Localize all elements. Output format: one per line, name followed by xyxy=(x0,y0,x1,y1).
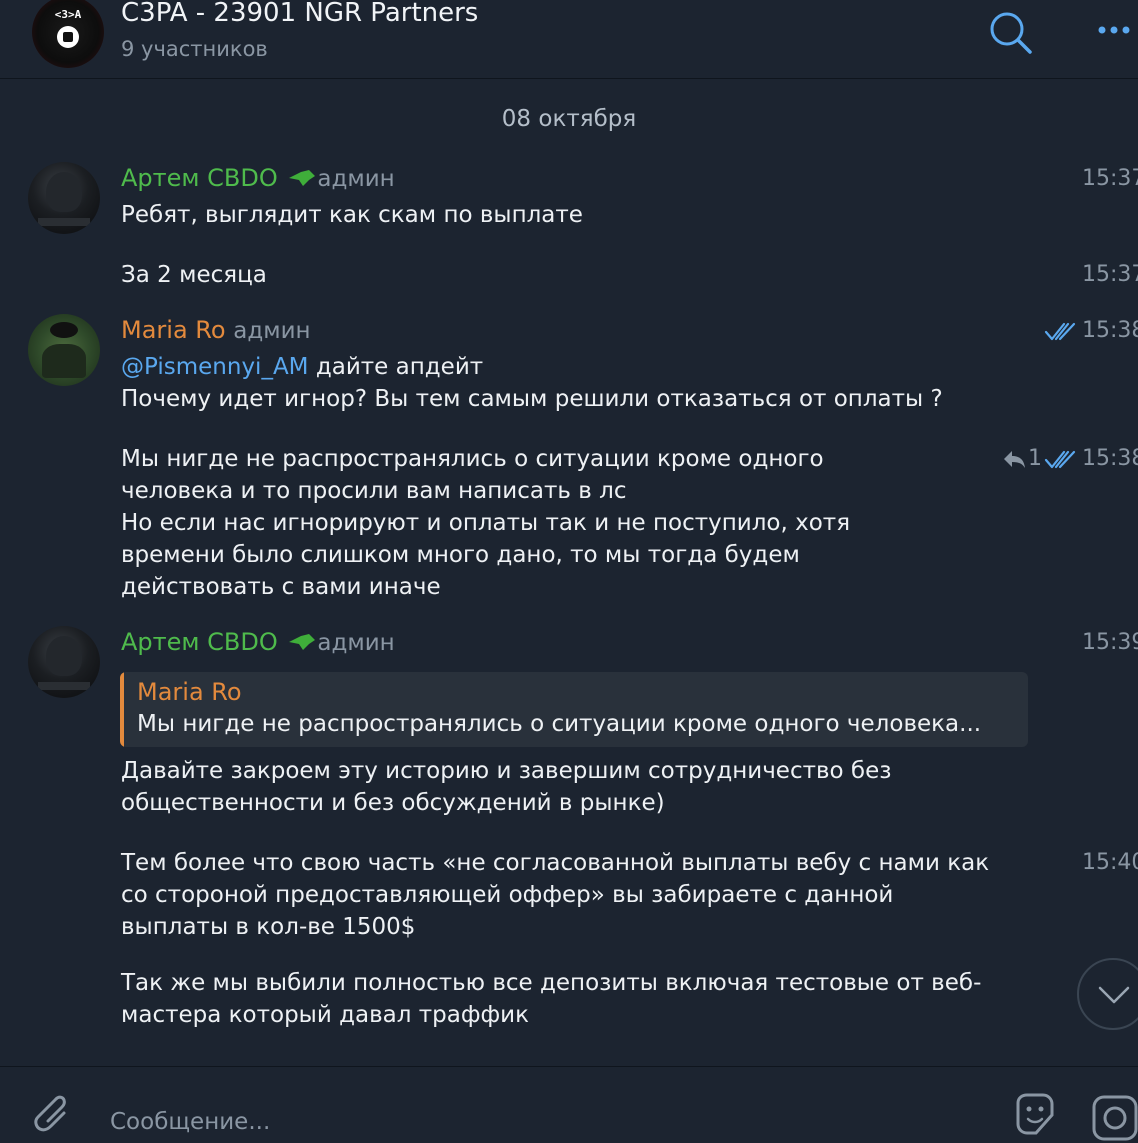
message-composer xyxy=(0,1066,1138,1143)
message-time: 15:38 xyxy=(1082,446,1138,471)
message-text: За 2 месяца xyxy=(121,262,267,288)
avatar-artem[interactable] xyxy=(28,626,100,698)
message-sender: Артем CBDO админ xyxy=(121,628,395,656)
message-time: 15:40 xyxy=(1082,850,1138,875)
double-check-icon xyxy=(1044,450,1076,469)
reply-quote[interactable]: Maria Ro Мы нигде не распространялись о … xyxy=(120,672,1028,747)
sender-role: админ xyxy=(317,166,395,192)
chat-member-count[interactable]: 9 участников xyxy=(121,37,268,61)
chevron-down-icon xyxy=(1098,986,1130,1004)
chat-title[interactable]: C3PA - 23901 NGR Partners xyxy=(121,0,478,28)
green-emoji-icon xyxy=(289,634,316,650)
sender-role: админ xyxy=(233,318,311,344)
message-input[interactable] xyxy=(108,1101,972,1143)
message-text: Ребят, выглядит как скам по выплате xyxy=(121,202,583,228)
sender-name[interactable]: Артем CBDO xyxy=(121,164,278,192)
scroll-down-button[interactable] xyxy=(1077,958,1138,1030)
reply-count[interactable]: 1 xyxy=(1028,446,1042,471)
double-check-icon xyxy=(1044,322,1076,341)
reply-quote-text: Мы нигде не распространялись о ситуации … xyxy=(137,711,982,737)
message-time: 15:37 xyxy=(1082,166,1138,191)
message-text: Так же мы выбили полностью все депозиты … xyxy=(121,970,982,1028)
avatar-artem[interactable] xyxy=(28,162,100,234)
message-sender: Maria Ro админ xyxy=(121,316,311,344)
search-icon[interactable] xyxy=(988,10,1034,56)
message-time: 15:38 xyxy=(1082,318,1138,343)
green-emoji-icon xyxy=(289,170,316,186)
message-sender: Артем CBDO админ xyxy=(121,164,395,192)
reply-quote-bar xyxy=(120,672,124,747)
group-avatar-badge-icon xyxy=(57,26,79,48)
group-avatar[interactable]: <3>A xyxy=(32,0,104,68)
message-time: 15:39 xyxy=(1082,630,1138,655)
message-text: @Pismennyi_AM дайте апдейт xyxy=(121,351,483,383)
sticker-icon[interactable] xyxy=(1010,1089,1060,1139)
avatar-maria[interactable] xyxy=(28,314,100,386)
message-text: Давайте закроем эту историю и завершим с… xyxy=(121,758,892,816)
message-text: Почему идет игнор? Вы тем самым решили о… xyxy=(121,386,943,412)
sender-name[interactable]: Артем CBDO xyxy=(121,628,278,656)
reply-quote-name: Maria Ro xyxy=(137,678,242,706)
message-text: Мы нигде не распространялись о ситуации … xyxy=(121,446,851,600)
sender-name[interactable]: Maria Ro xyxy=(121,316,226,344)
camera-icon[interactable] xyxy=(1090,1091,1138,1141)
message-text-fragment: дайте апдейт xyxy=(308,354,484,380)
attach-icon[interactable] xyxy=(26,1089,72,1135)
group-avatar-logo-text: <3>A xyxy=(54,8,82,21)
date-separator: 08 октября xyxy=(501,106,637,132)
sender-role: админ xyxy=(317,630,395,656)
message-time: 15:37 xyxy=(1082,262,1138,287)
message-text: Тем более что свою часть «не согласованн… xyxy=(121,850,990,940)
user-mention-link[interactable]: @Pismennyi_AM xyxy=(121,354,309,380)
chat-header: <3>A C3PA - 23901 NGR Partners 9 участни… xyxy=(0,0,1138,79)
reply-icon[interactable] xyxy=(1002,448,1026,470)
more-icon[interactable] xyxy=(1096,20,1138,40)
